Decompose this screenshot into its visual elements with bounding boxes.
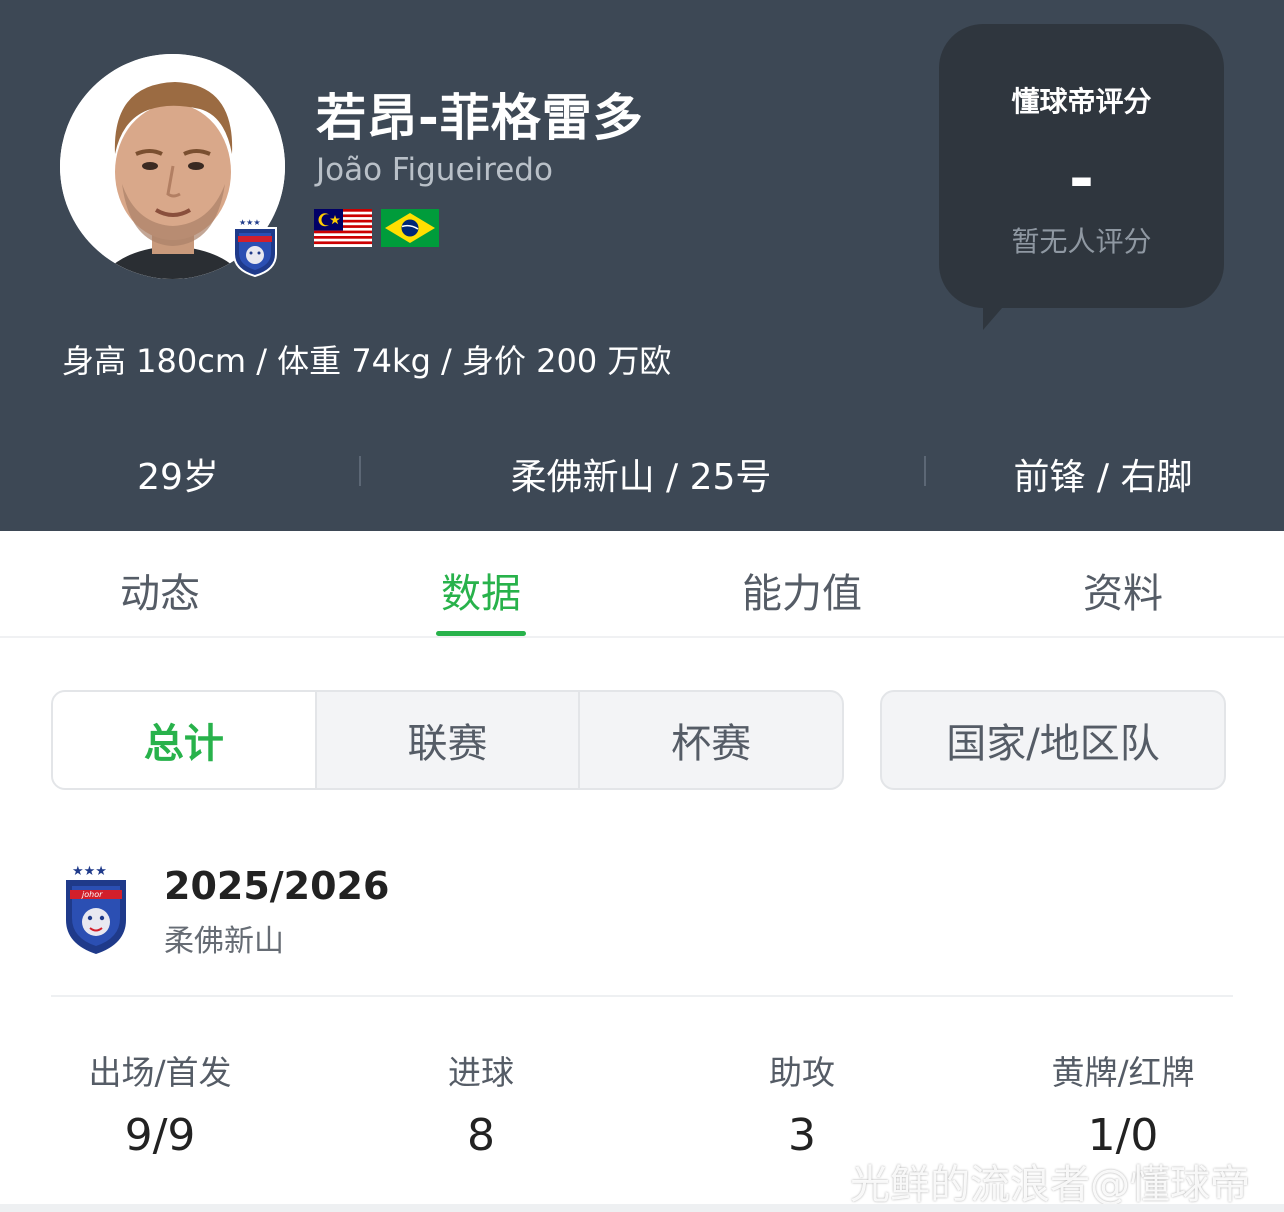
- bottom-separator: [0, 1204, 1284, 1212]
- rating-title: 懂球帝评分: [1011, 85, 1152, 118]
- tab-dynamics[interactable]: 动态: [60, 561, 260, 619]
- club-badge-icon: ★★★ johor: [66, 864, 126, 954]
- rating-bubble-tail: [983, 300, 1009, 330]
- tab-bar: 动态 数据 能力值 资料: [0, 531, 1284, 638]
- stat-label: 黄牌/红牌: [1051, 1053, 1195, 1092]
- info-divider: [924, 456, 926, 486]
- watermark: 光鲜的流浪者@懂球帝: [850, 1162, 1250, 1208]
- player-name-cn: 若昂-菲格雷多: [316, 89, 644, 147]
- stat-value: 8: [467, 1110, 495, 1161]
- stat-assists: 助攻 3: [652, 1046, 952, 1161]
- player-position-foot: 前锋 / 右脚: [1013, 457, 1193, 498]
- svg-text:★★★: ★★★: [72, 864, 107, 879]
- segment-league[interactable]: 联赛: [317, 692, 581, 788]
- player-physical-info: 身高 180cm / 体重 74kg / 身价 200 万欧: [62, 342, 672, 380]
- season-title: 2025/2026: [164, 864, 390, 908]
- stat-cards: 黄牌/红牌 1/0: [973, 1046, 1273, 1161]
- rating-value: -: [1069, 144, 1094, 214]
- club-badge-icon: ★★★: [233, 218, 277, 278]
- tab-data[interactable]: 数据: [381, 561, 581, 619]
- player-info-row: 29岁 柔佛新山 / 25号 前锋 / 右脚: [0, 440, 1284, 500]
- svg-text:johor: johor: [81, 890, 103, 899]
- stat-label: 助攻: [769, 1053, 835, 1092]
- stat-label: 出场/首发: [88, 1053, 232, 1092]
- rating-subtitle: 暂无人评分: [1011, 225, 1152, 258]
- stat-value: 9/9: [124, 1110, 196, 1161]
- player-club-number[interactable]: 柔佛新山 / 25号: [441, 448, 841, 500]
- player-name-en: João Figueiredo: [316, 152, 553, 188]
- tab-ability[interactable]: 能力值: [702, 561, 902, 619]
- segment-national-team[interactable]: 国家/地区队: [880, 690, 1226, 790]
- stat-goals: 进球 8: [331, 1046, 631, 1161]
- stat-label: 进球: [448, 1053, 514, 1092]
- segment-cup[interactable]: 杯赛: [580, 692, 842, 788]
- active-tab-indicator: [436, 631, 526, 636]
- section-divider: [51, 995, 1233, 997]
- svg-text:★★★: ★★★: [239, 218, 261, 227]
- nationality-flags: [314, 209, 439, 247]
- player-avatar[interactable]: ★★★: [60, 54, 285, 279]
- rating-bubble[interactable]: 懂球帝评分 - 暂无人评分: [939, 24, 1224, 308]
- malaysia-flag-icon: [314, 209, 372, 247]
- stat-appearances: 出场/首发 9/9: [10, 1046, 310, 1161]
- info-divider: [359, 456, 361, 486]
- player-age: 29岁: [137, 457, 219, 498]
- tab-profile[interactable]: 资料: [1023, 561, 1223, 619]
- season-team[interactable]: 柔佛新山: [164, 916, 284, 960]
- brazil-flag-icon: [381, 209, 439, 247]
- segment-total[interactable]: 总计: [53, 692, 317, 788]
- competition-filter: 总计 联赛 杯赛: [51, 690, 844, 790]
